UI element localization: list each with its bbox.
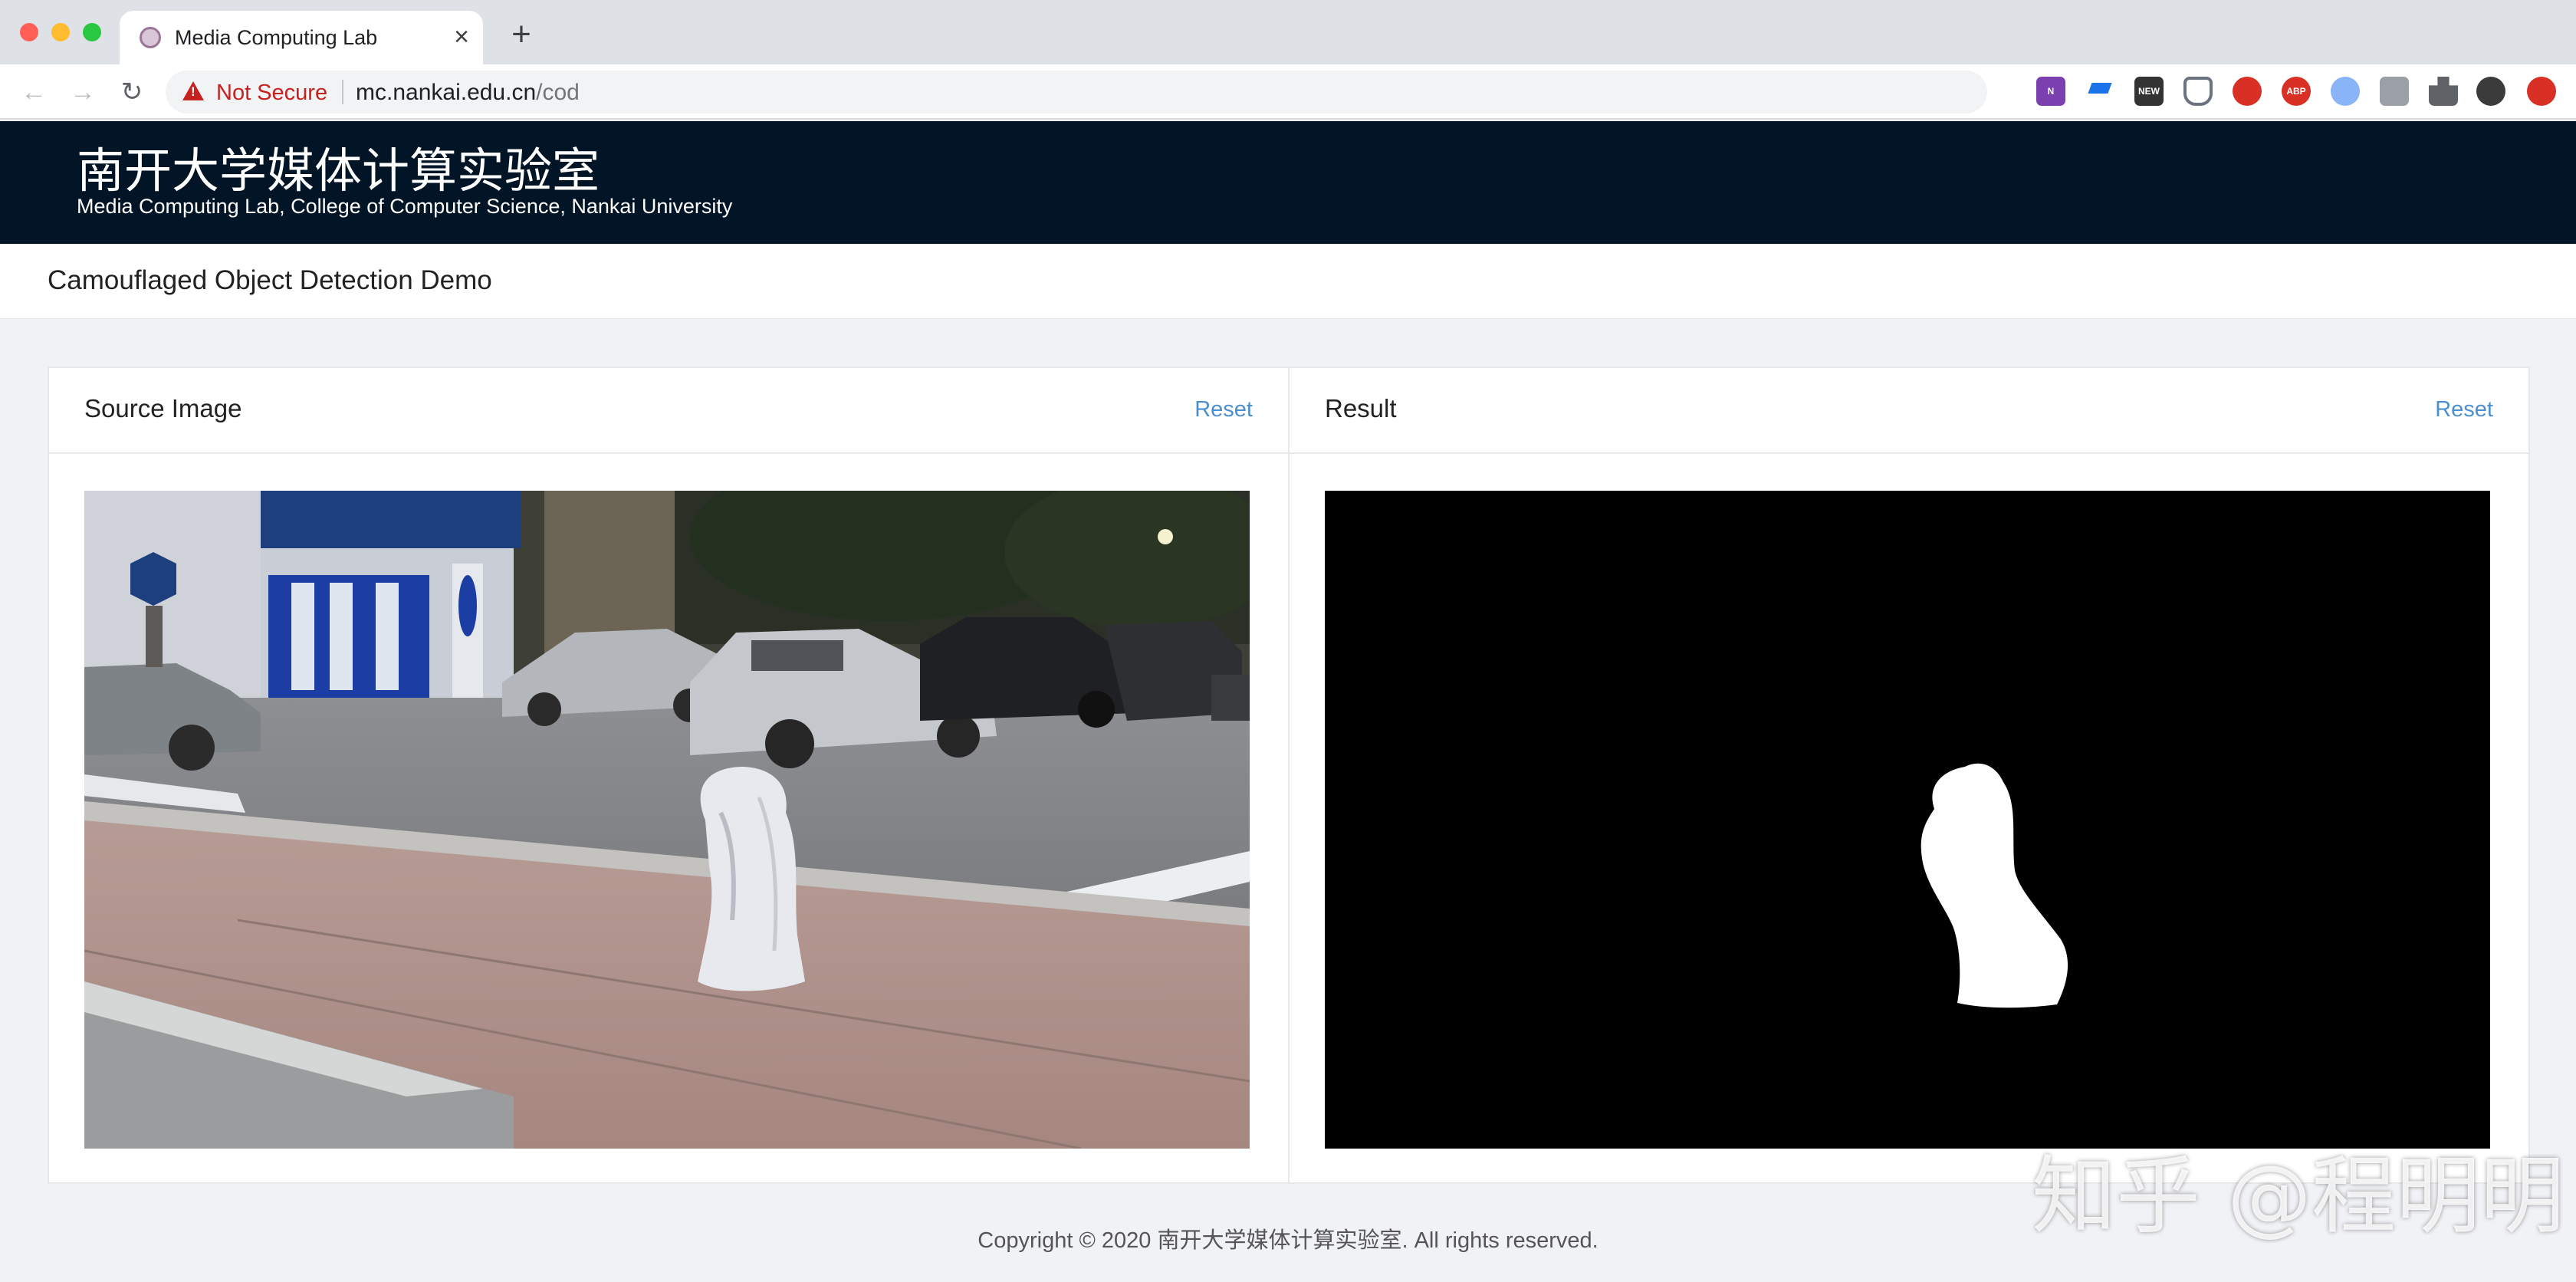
result-panel-title: Result — [1325, 394, 1397, 422]
box-icon[interactable] — [2380, 77, 2409, 106]
onenote-icon[interactable]: N — [2036, 77, 2065, 106]
address-separator — [342, 80, 343, 104]
source-reset-link[interactable]: Reset — [1194, 397, 1253, 422]
tab-title: Media Computing Lab — [175, 26, 378, 49]
warning-icon[interactable] — [182, 81, 204, 100]
news-icon[interactable]: NEW — [2134, 77, 2164, 106]
address-bar[interactable]: Not Secure mc.nankai.edu.cn/cod ☆ — [166, 71, 2166, 113]
update-icon[interactable] — [2527, 77, 2556, 106]
zhihu-watermark: 知乎 @程明明 — [2032, 1147, 2564, 1245]
back-button[interactable]: ← — [17, 75, 51, 109]
close-window-button[interactable] — [20, 23, 38, 41]
street-scene-photo — [84, 491, 1250, 1149]
segmentation-mask — [1325, 491, 2490, 1149]
bird-icon[interactable] — [2331, 77, 2360, 106]
site-title-chinese: 南开大学媒体计算实验室 — [77, 143, 600, 199]
url-path: /cod — [536, 80, 580, 105]
reload-button[interactable]: ↻ — [115, 75, 149, 109]
site-subtitle-english: Media Computing Lab, College of Computer… — [77, 195, 733, 218]
close-tab-icon[interactable]: × — [448, 21, 475, 52]
maximize-window-button[interactable] — [83, 23, 101, 41]
source-image — [84, 491, 1250, 1149]
url-text[interactable]: mc.nankai.edu.cn/cod — [356, 80, 580, 106]
browser-toolbar: ← → ↻ Not Secure mc.nankai.edu.cn/cod ☆ … — [0, 64, 2576, 120]
onenote-icon-label: N — [2047, 86, 2055, 97]
news-icon-label: NEW — [2138, 86, 2160, 97]
puzzle-icon[interactable] — [2429, 77, 2458, 106]
forward-button[interactable]: → — [66, 75, 100, 109]
source-panel-header: Source Image Reset — [49, 368, 1288, 454]
security-indicator[interactable]: Not Secure — [216, 81, 327, 106]
shield-icon[interactable] — [2183, 77, 2213, 106]
new-tab-button[interactable]: + — [506, 18, 537, 51]
stop-hand-icon[interactable] — [2233, 77, 2262, 106]
source-panel-title: Source Image — [84, 394, 242, 422]
result-panel-header: Result Reset — [1290, 368, 2528, 454]
graduation-cap-icon[interactable] — [2085, 77, 2114, 106]
minimize-window-button[interactable] — [51, 23, 70, 41]
result-mask-image — [1325, 491, 2490, 1149]
browser-tab-active[interactable]: Media Computing Lab × — [120, 11, 483, 64]
adblock-icon[interactable]: ABP — [2282, 77, 2311, 106]
result-reset-link[interactable]: Reset — [2435, 397, 2493, 422]
site-favicon-icon — [140, 27, 161, 48]
browser-tab-strip: Media Computing Lab × + — [0, 0, 2576, 64]
adblock-icon-label: ABP — [2286, 86, 2306, 97]
page-title: Camouflaged Object Detection Demo — [48, 265, 492, 295]
url-host: mc.nankai.edu.cn — [356, 80, 537, 105]
source-image-panel: Source Image Reset — [48, 367, 1290, 1184]
result-panel: Result Reset — [1288, 367, 2530, 1184]
page-title-bar: Camouflaged Object Detection Demo — [0, 244, 2576, 319]
site-header: 南开大学媒体计算实验室 Media Computing Lab, College… — [0, 121, 2576, 244]
profile-avatar-icon[interactable] — [2476, 77, 2505, 106]
